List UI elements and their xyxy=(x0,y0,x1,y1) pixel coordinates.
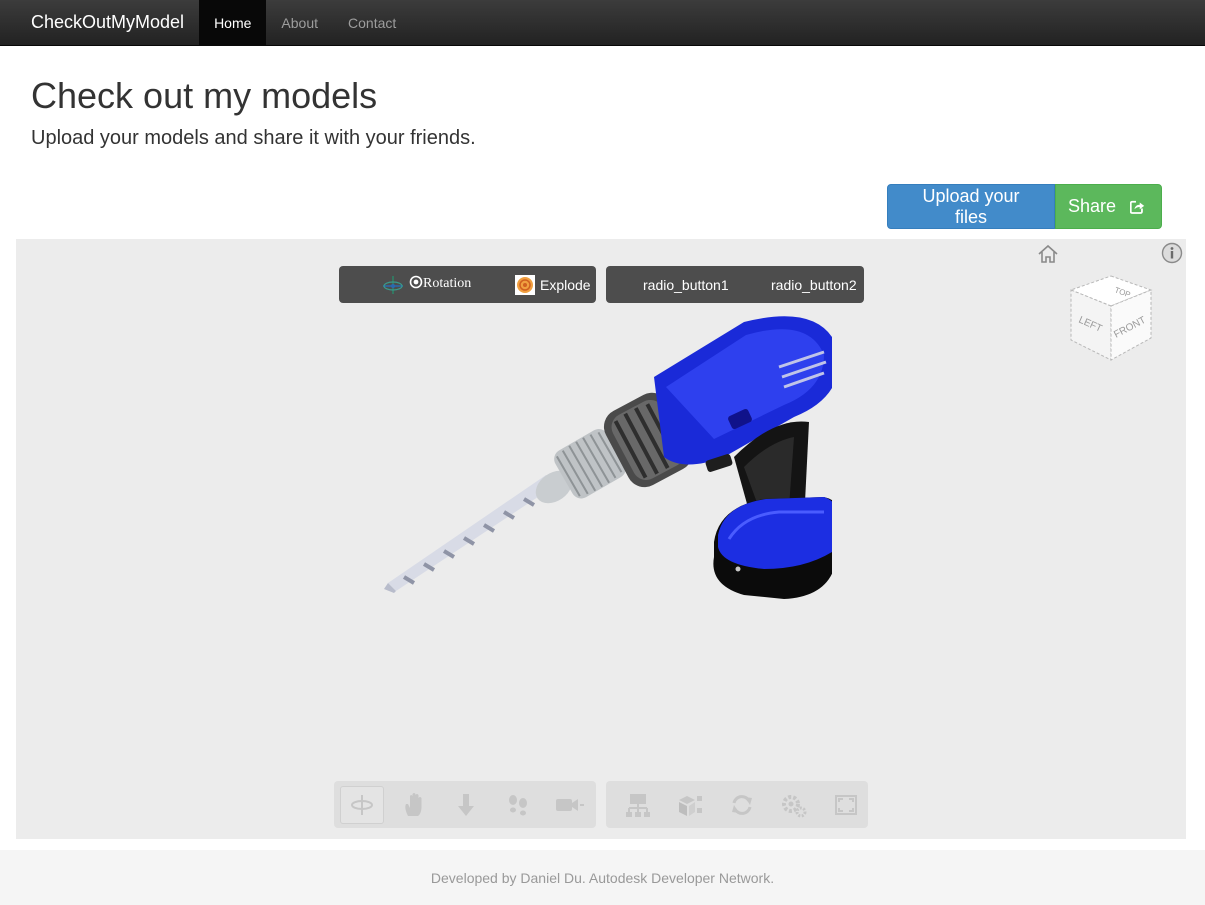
explode-model-icon xyxy=(679,795,702,816)
radio-button-1-label: radio_button1 xyxy=(643,276,729,293)
model-viewer[interactable]: Rotation Explode radio_button1 radio_but… xyxy=(16,239,1186,839)
pan-icon xyxy=(405,792,422,816)
settings-icon xyxy=(782,794,807,817)
explode-model-tool[interactable] xyxy=(668,786,712,824)
zoom-icon xyxy=(458,793,474,816)
walk-icon xyxy=(509,794,527,815)
top-navbar: CheckOutMyModel Home About Contact xyxy=(0,0,1205,46)
camera-icon xyxy=(556,798,584,811)
zoom-tool[interactable] xyxy=(444,786,488,824)
share-icon xyxy=(1130,200,1145,214)
brand-link[interactable]: CheckOutMyModel xyxy=(0,0,199,45)
info-icon[interactable] xyxy=(1161,242,1183,264)
explode-icon xyxy=(515,274,535,295)
home-icon[interactable] xyxy=(1037,244,1059,264)
fullscreen-tool[interactable] xyxy=(824,786,868,824)
share-label: Share xyxy=(1068,196,1117,216)
settings-tool[interactable] xyxy=(772,786,816,824)
camera-tool[interactable] xyxy=(548,786,592,824)
nav-about[interactable]: About xyxy=(266,0,333,45)
drill-bit xyxy=(384,475,556,593)
orbit-icon xyxy=(351,794,373,815)
share-button[interactable]: Share xyxy=(1055,184,1162,229)
pan-tool[interactable] xyxy=(392,786,436,824)
viewer-toolbar-right: radio_button1 radio_button2 xyxy=(606,266,864,303)
model-browser-icon xyxy=(626,793,650,817)
rotation-label: Rotation xyxy=(423,275,472,291)
upload-files-label: Upload your files xyxy=(922,185,1020,227)
radio-button-2-label: radio_button2 xyxy=(771,276,857,293)
reset-view-tool[interactable] xyxy=(720,786,764,824)
radio-button-1[interactable]: radio_button1 xyxy=(643,266,729,303)
page-title: Check out my models xyxy=(31,75,378,116)
navigation-toolbar xyxy=(334,781,596,828)
page-lead: Upload your models and share it with you… xyxy=(31,127,476,149)
drill-model[interactable] xyxy=(384,307,832,607)
viewer-toolbar-left: Rotation Explode xyxy=(339,266,596,303)
drill-battery xyxy=(713,497,832,599)
nav-home[interactable]: Home xyxy=(199,0,267,45)
rotation-control[interactable]: Rotation xyxy=(381,266,471,303)
model-toolbar xyxy=(606,781,868,828)
footer-text: Developed by Daniel Du. Autodesk Develop… xyxy=(430,869,775,886)
rotation-icon xyxy=(383,275,403,294)
walk-tool[interactable] xyxy=(496,786,540,824)
reset-view-icon xyxy=(732,794,752,815)
nav-contact[interactable]: Contact xyxy=(333,0,411,45)
explode-label: Explode xyxy=(540,276,591,293)
page-footer: Developed by Daniel Du. Autodesk Develop… xyxy=(0,850,1205,905)
fullscreen-icon xyxy=(835,794,857,815)
upload-files-button[interactable]: Upload your files xyxy=(887,184,1055,229)
orbit-tool[interactable] xyxy=(340,785,384,824)
action-button-group: Upload your files Share xyxy=(887,184,1162,229)
radio-button-2[interactable]: radio_button2 xyxy=(771,266,857,303)
explode-control[interactable]: Explode xyxy=(515,266,591,303)
viewcube[interactable]: TOP LEFT FRONT xyxy=(1066,272,1156,364)
model-browser-tool[interactable] xyxy=(616,786,660,824)
radio-circle-icon[interactable] xyxy=(409,275,423,289)
